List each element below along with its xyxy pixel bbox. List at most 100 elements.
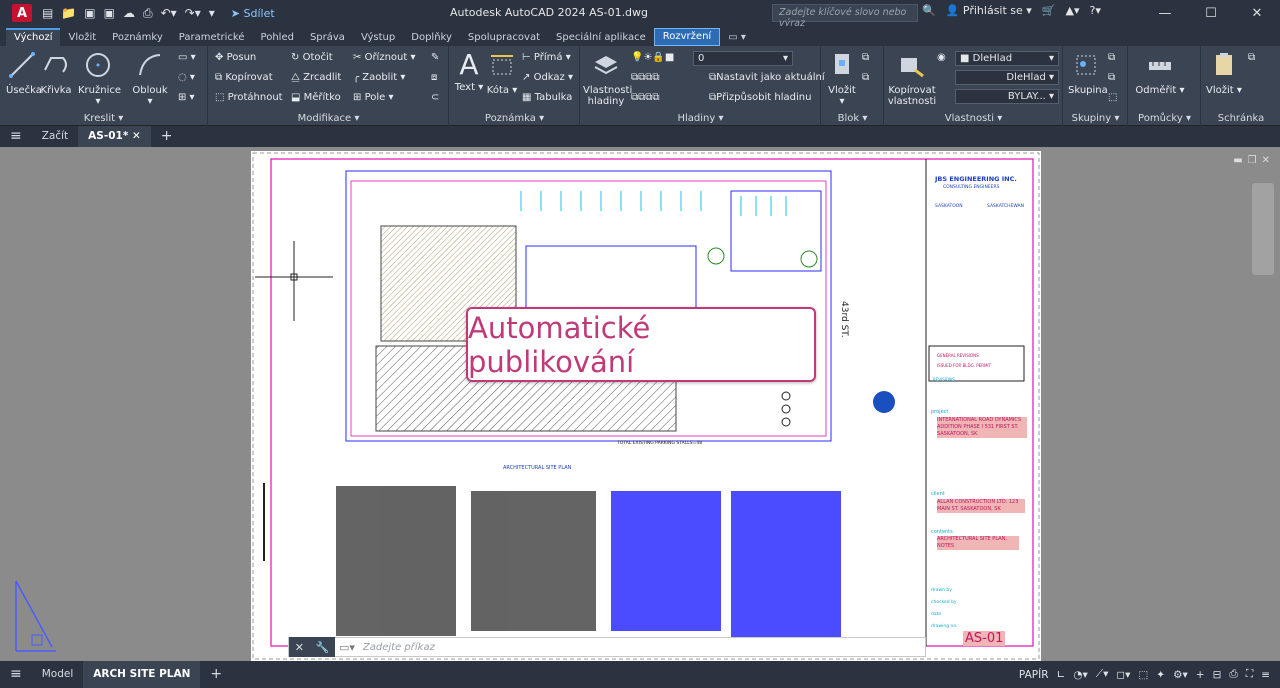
edit-block-icon[interactable]: ⧉ [862,72,869,83]
customization-icon[interactable]: ≡ [1261,669,1270,681]
autocad-logo[interactable]: A [12,4,32,22]
help-icon[interactable]: ?▾ [1090,4,1101,17]
dimension-button[interactable]: Kóta ▾ [486,50,518,96]
print-icon[interactable]: ⎙ [143,6,153,21]
ungroup-icon[interactable]: ⧉ [1108,52,1115,63]
ortho-icon[interactable]: ◔▾ [1073,669,1087,681]
group-edit-icon[interactable]: ⧉ [1108,72,1115,83]
tab-pohled[interactable]: Pohled [253,30,302,46]
search-input[interactable]: Zadejte klíčové slovo nebo výraz [772,4,918,29]
layer-state-icons[interactable]: 💡☀🔒■ [631,52,674,63]
hatch-icon[interactable]: ◌ ▾ [178,72,195,83]
user-icon[interactable]: 👤 Přihlásit se ▾ [946,4,1032,17]
panel-label-poznamka[interactable]: Poznámka ▾ [450,113,579,124]
open-icon[interactable]: 📁 [61,6,76,20]
hardware-icon[interactable]: ⎙ [1229,668,1237,681]
paper-space-toggle[interactable]: PAPÍR [1019,669,1049,681]
layer-properties-button[interactable]: Vlastnosti hladiny [583,50,632,107]
tab-spolupracovat[interactable]: Spolupracovat [460,30,548,46]
tab-start[interactable]: Začít [32,126,78,147]
group-select-icon[interactable]: ⬚ [1108,92,1117,103]
ribbon-options-icon[interactable]: ▭ ▾ [720,30,754,46]
text-button[interactable]: A Text ▾ [454,50,484,94]
move-button[interactable]: ✥ Posun [215,52,256,63]
snap-mode-icon[interactable]: ∟ [1057,669,1066,681]
line-button[interactable]: Úsečka [6,50,42,96]
copy-clip-icon[interactable]: ⧉ [1248,52,1255,63]
minimize-button[interactable]: — [1142,0,1188,26]
redo-icon[interactable]: ↷▾ [185,6,201,20]
match-layer-button[interactable]: ⧉Přizpůsobit hladinu [709,92,811,103]
share-button[interactable]: ➤ Sdílet [231,7,275,20]
tab-parametricke[interactable]: Parametrické [171,30,253,46]
color-dropdown[interactable]: ■ DleHlad ▾ [955,51,1059,66]
tab-doplnky[interactable]: Doplňky [403,30,460,46]
viewport-minimize-icon[interactable]: ▬ [1233,155,1242,166]
linetype-dropdown[interactable]: DleHlad ▾ [955,70,1059,85]
tab-rozvrzeni[interactable]: Rozvržení [653,28,721,46]
set-current-button[interactable]: ⧉Nastavit jako aktuální [709,72,825,83]
undo-icon[interactable]: ↶▾ [161,6,177,20]
save-icon[interactable]: ▣ [84,6,95,20]
layer-dropdown[interactable]: 0 ▾ [693,51,793,66]
create-block-icon[interactable]: ⧉ [862,52,869,63]
panel-label-hladiny[interactable]: Hladiny ▾ [581,113,820,124]
linear-button[interactable]: ⊢ Přímá ▾ [522,52,571,63]
new-tab-button[interactable]: + [151,126,183,147]
new-icon[interactable]: ▤ [42,6,53,20]
scale-button[interactable]: ⬓ Měřítko [291,92,341,103]
navigation-bar[interactable] [1252,183,1274,275]
viewport-close-icon[interactable]: ✕ [1262,155,1270,166]
lineweight-dropdown[interactable]: BYLAY... ▾ [955,89,1059,104]
command-settings-icon[interactable]: 🔧 [316,641,330,654]
status-menu-icon[interactable]: ≡ [0,661,32,688]
offset-icon[interactable]: ⊂ [431,92,439,103]
array-button[interactable]: ⊞ Pole ▾ [353,92,394,103]
insert-block-button[interactable]: Vložit ▾ [826,50,858,107]
maximize-button[interactable]: ☐ [1188,0,1234,26]
tab-vystup[interactable]: Výstup [353,30,403,46]
osnap-icon[interactable]: ◻▾ [1116,669,1130,681]
mirror-button[interactable]: ⧋ Zrcadlit [291,72,341,83]
tab-poznamky[interactable]: Poznámky [104,30,171,46]
rotate-button[interactable]: ↻ Otočit [291,52,333,63]
cloud-icon[interactable]: ☁ [123,6,135,20]
group-button[interactable]: Skupina [1068,50,1108,96]
color-wheel-icon[interactable]: ◉ [937,52,946,63]
tab-sprava[interactable]: Správa [302,30,353,46]
command-line[interactable]: ✕ 🔧 ▭▾ Zadejte příkaz [288,637,926,657]
tab-as01[interactable]: AS-01* ✕ [78,126,151,147]
gizmo-icon[interactable]: ✦ [1156,669,1165,681]
tab-specialni[interactable]: Speciální aplikace [548,30,654,46]
selection-icon[interactable]: ⬚ [1138,669,1148,681]
polar-icon[interactable]: ⟋▾ [1096,668,1109,681]
customize-icon[interactable]: ▾ [209,6,215,20]
fillet-button[interactable]: ╭ Zaoblit ▾ [353,72,405,83]
panel-label-pomucky[interactable]: Pomůcky ▾ [1129,113,1200,124]
tab-vychozi[interactable]: Výchozí [6,28,61,46]
command-prompt-icon[interactable]: ▭▾ [339,641,355,654]
autodesk-icon[interactable]: ▲▾ [1066,4,1080,17]
panel-label-schranka[interactable]: Schránka [1202,113,1280,124]
measure-button[interactable]: Odměřit ▾ [1135,50,1185,96]
layer-tools2-icons[interactable]: ⧉⧉⧉⧉ [631,92,660,103]
panel-label-vlastnosti[interactable]: Vlastnosti ▾ [885,113,1062,124]
stretch-button[interactable]: ⬚ Protáhnout [215,92,283,103]
command-close-icon[interactable]: ✕ [295,641,304,654]
close-button[interactable]: ✕ [1234,0,1280,26]
save-as-icon[interactable]: ▣ [104,6,115,20]
isolate-icon[interactable]: ⊟ [1213,669,1222,681]
boundary-icon[interactable]: ⊞ ▾ [178,92,195,103]
panel-label-blok[interactable]: Blok ▾ [822,113,883,124]
panel-label-modifikace[interactable]: Modifikace ▾ [209,113,448,124]
panel-label-skupiny[interactable]: Skupiny ▾ [1064,113,1127,124]
tab-arch-site-plan[interactable]: ARCH SITE PLAN [83,661,201,688]
polyline-button[interactable]: Křivka [40,50,72,96]
trim-button[interactable]: ✂ Oříznout ▾ [353,52,416,63]
viewport-restore-icon[interactable]: ❐ [1248,155,1257,166]
circle-button[interactable]: Kružnice ▾ [78,50,121,107]
cart-icon[interactable]: 🛒 [1042,4,1056,17]
rectangle-icon[interactable]: ▭ ▾ [178,52,196,63]
command-input[interactable]: Zadejte příkaz [363,642,435,653]
clean-screen-icon[interactable]: ⛶ [1246,668,1253,681]
